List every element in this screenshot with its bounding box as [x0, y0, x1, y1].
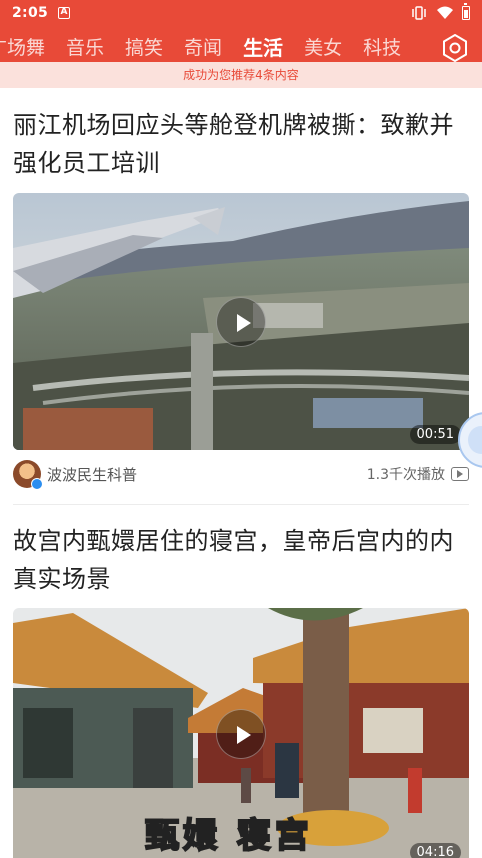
vibrate-icon: [412, 6, 426, 20]
article-title[interactable]: 故宫内甄嬛居住的寝宫，皇帝后宫内的内真实场景: [13, 522, 469, 598]
notification-icon: A: [58, 7, 71, 19]
video-thumbnail[interactable]: 甄嬛 寝宫 04:16: [13, 608, 469, 858]
wifi-icon: [437, 6, 453, 19]
article-meta: 波波民生科普 1.3千次播放: [13, 459, 469, 490]
status-icons: [410, 3, 470, 20]
video-play-icon: [451, 467, 469, 481]
recommend-toast: 成功为您推荐4条内容: [0, 62, 482, 88]
source-name[interactable]: 波波民生科普: [47, 464, 137, 485]
play-count: 1.3千次播放: [367, 464, 469, 484]
article-card[interactable]: 丽江机场回应头等舱登机牌被撕：致歉并强化员工培训: [13, 106, 469, 182]
divider: [13, 504, 469, 505]
play-button[interactable]: [216, 709, 266, 759]
play-count-text: 1.3千次播放: [366, 467, 445, 483]
battery-icon: [462, 3, 470, 20]
verified-badge-icon: [31, 478, 43, 490]
article-card[interactable]: 故宫内甄嬛居住的寝宫，皇帝后宫内的内真实场景: [13, 522, 469, 598]
avatar[interactable]: [13, 460, 43, 490]
article-title[interactable]: 丽江机场回应头等舱登机牌被撕：致歉并强化员工培训: [13, 106, 469, 182]
play-button[interactable]: [216, 296, 266, 347]
video-duration: 00:51: [409, 425, 461, 444]
status-time: 2:05: [12, 5, 49, 21]
status-bar: 2:05 A: [0, 0, 482, 26]
settings-icon[interactable]: [441, 34, 469, 62]
video-caption: 甄嬛 寝宫: [144, 815, 313, 857]
video-thumbnail[interactable]: 00:51: [13, 193, 469, 450]
video-duration: 04:16: [409, 843, 461, 858]
